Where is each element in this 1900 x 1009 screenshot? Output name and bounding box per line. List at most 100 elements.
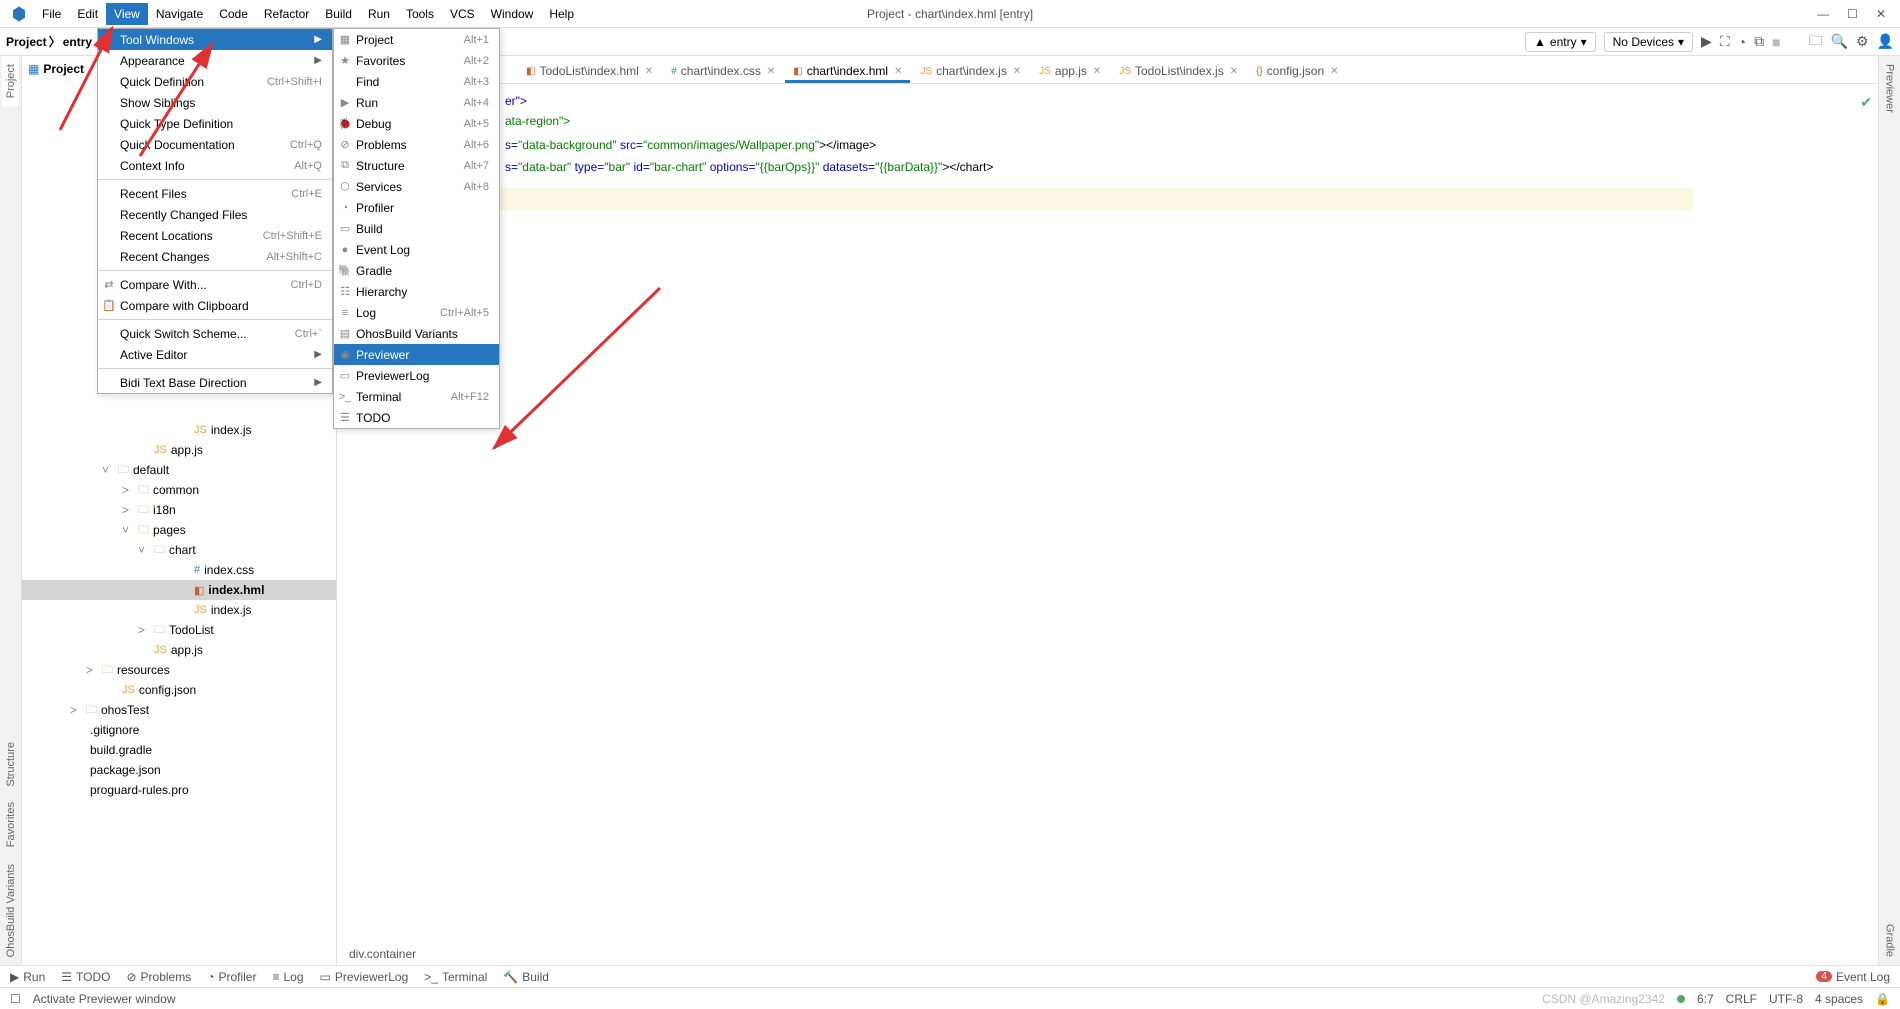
submenu-item[interactable]: ▶RunAlt+4: [334, 92, 499, 113]
tool-log[interactable]: ≡Log: [272, 970, 303, 984]
tree-node[interactable]: ˅🗀default: [22, 460, 336, 480]
lock-icon[interactable]: 🔒: [1875, 992, 1890, 1006]
close-icon[interactable]: ✕: [1876, 7, 1886, 21]
analysis-ok-icon[interactable]: ✔: [1860, 94, 1872, 111]
attach-icon[interactable]: ⧉: [1754, 33, 1764, 50]
close-tab-icon[interactable]: ✕: [767, 66, 775, 77]
submenu-item[interactable]: ◉Previewer: [334, 344, 499, 365]
editor-tab[interactable]: ◧TodoList\index.hml✕: [517, 59, 662, 83]
menu-item[interactable]: Context InfoAlt+Q: [98, 155, 332, 176]
submenu-item[interactable]: ⧉StructureAlt+7: [334, 155, 499, 176]
editor-tab[interactable]: #chart\index.css✕: [662, 59, 784, 83]
menu-run[interactable]: Run: [360, 3, 398, 25]
minimize-icon[interactable]: —: [1817, 7, 1829, 21]
breadcrumb-root[interactable]: Project: [6, 35, 47, 49]
editor-tab[interactable]: JSapp.js✕: [1030, 59, 1110, 83]
tree-node[interactable]: ˅🗀pages: [22, 520, 336, 540]
menu-item[interactable]: Quick DocumentationCtrl+Q: [98, 134, 332, 155]
tree-node[interactable]: JSapp.js: [22, 640, 336, 660]
tool-run[interactable]: ▶Run: [10, 970, 45, 984]
submenu-item[interactable]: >_TerminalAlt+F12: [334, 386, 499, 407]
submenu-item[interactable]: ☰TODO: [334, 407, 499, 428]
submenu-item[interactable]: ⊘ProblemsAlt+6: [334, 134, 499, 155]
tree-node[interactable]: >🗀TodoList: [22, 620, 336, 640]
breadcrumb-module[interactable]: entry: [63, 35, 92, 49]
rail-gradle[interactable]: Gradle: [1882, 916, 1898, 965]
breadcrumb[interactable]: Project 〉 entry: [6, 33, 92, 50]
menu-item[interactable]: Show Siblings: [98, 92, 332, 113]
run-config-selector[interactable]: ▲entry▾: [1525, 32, 1596, 52]
menu-edit[interactable]: Edit: [69, 3, 106, 25]
folder-icon[interactable]: 🗀: [1809, 30, 1823, 54]
tool-build[interactable]: 🔨Build: [503, 970, 549, 984]
menu-navigate[interactable]: Navigate: [148, 3, 211, 25]
submenu-item[interactable]: 🐞DebugAlt+5: [334, 113, 499, 134]
window-toggle-icon[interactable]: ☐: [10, 992, 21, 1006]
menu-item[interactable]: Quick Switch Scheme...Ctrl+`: [98, 323, 332, 344]
tree-node[interactable]: JSindex.js: [22, 600, 336, 620]
menu-item[interactable]: ⇄Compare With...Ctrl+D: [98, 274, 332, 295]
debug-icon[interactable]: ⛶: [1720, 33, 1730, 50]
submenu-item[interactable]: ▦ProjectAlt+1: [334, 29, 499, 50]
menu-item[interactable]: Quick Type Definition: [98, 113, 332, 134]
rail-project[interactable]: Project: [2, 56, 19, 106]
tree-node[interactable]: ˅🗀chart: [22, 540, 336, 560]
menu-item[interactable]: Appearance▶: [98, 50, 332, 71]
menu-item[interactable]: Recently Changed Files: [98, 204, 332, 225]
editor-tab[interactable]: JSTodoList\index.js✕: [1110, 59, 1247, 83]
submenu-item[interactable]: FindAlt+3: [334, 71, 499, 92]
close-tab-icon[interactable]: ✕: [1230, 66, 1238, 77]
tree-node[interactable]: ◧index.hml: [22, 580, 336, 600]
event-log-button[interactable]: 4Event Log: [1816, 970, 1890, 984]
menu-window[interactable]: Window: [483, 3, 542, 25]
close-tab-icon[interactable]: ✕: [1330, 66, 1338, 77]
device-selector[interactable]: No Devices▾: [1604, 32, 1693, 52]
maximize-icon[interactable]: ☐: [1847, 7, 1858, 21]
line-separator[interactable]: CRLF: [1726, 992, 1757, 1006]
submenu-item[interactable]: ▤OhosBuild Variants: [334, 323, 499, 344]
editor-tab[interactable]: JSchart\index.js✕: [911, 59, 1030, 83]
tool-profiler[interactable]: ◔Profiler: [207, 970, 256, 984]
tree-node[interactable]: .gitignore: [22, 720, 336, 740]
menu-code[interactable]: Code: [211, 3, 256, 25]
menu-item[interactable]: Recent FilesCtrl+E: [98, 183, 332, 204]
submenu-item[interactable]: ⬡ServicesAlt+8: [334, 176, 499, 197]
search-icon[interactable]: 🔍: [1831, 33, 1848, 50]
tool-todo[interactable]: ☰TODO: [61, 970, 110, 984]
rail-favorites[interactable]: Favorites: [3, 794, 19, 855]
menu-item[interactable]: Quick DefinitionCtrl+Shift+I: [98, 71, 332, 92]
settings-icon[interactable]: ⚙: [1856, 33, 1869, 50]
editor-breadcrumb[interactable]: div.container: [349, 947, 416, 961]
menu-vcs[interactable]: VCS: [442, 3, 483, 25]
menu-tools[interactable]: Tools: [398, 3, 442, 25]
tree-node[interactable]: >🗀i18n: [22, 500, 336, 520]
avatar-icon[interactable]: 👤: [1877, 33, 1894, 50]
submenu-item[interactable]: ◔Profiler: [334, 197, 499, 218]
tree-node[interactable]: JSapp.js: [22, 440, 336, 460]
rail-structure[interactable]: Structure: [3, 734, 19, 795]
menu-item[interactable]: Tool Windows▶: [98, 29, 332, 50]
menu-build[interactable]: Build: [317, 3, 360, 25]
tree-node[interactable]: JSindex.js: [22, 420, 336, 440]
tool-terminal[interactable]: >_Terminal: [424, 970, 487, 984]
menu-help[interactable]: Help: [541, 3, 582, 25]
submenu-item[interactable]: 🐘Gradle: [334, 260, 499, 281]
rail-previewer[interactable]: Previewer: [1882, 56, 1898, 121]
submenu-item[interactable]: ≡LogCtrl+Alt+5: [334, 302, 499, 323]
tool-windows-submenu[interactable]: ▦ProjectAlt+1★FavoritesAlt+2FindAlt+3▶Ru…: [333, 28, 500, 429]
menu-item[interactable]: Recent ChangesAlt+Shift+C: [98, 246, 332, 267]
profile-icon[interactable]: ◔: [1738, 34, 1746, 50]
editor-tab[interactable]: {}config.json✕: [1247, 59, 1347, 83]
close-tab-icon[interactable]: ✕: [645, 66, 653, 77]
tree-node[interactable]: proguard-rules.pro: [22, 780, 336, 800]
stop-icon[interactable]: ■: [1772, 34, 1780, 50]
menu-item[interactable]: 📋Compare with Clipboard: [98, 295, 332, 316]
code-editor[interactable]: er"> ata-region"> s="data-background" sr…: [337, 84, 1878, 965]
submenu-item[interactable]: ☷Hierarchy: [334, 281, 499, 302]
tree-node[interactable]: >🗀common: [22, 480, 336, 500]
close-tab-icon[interactable]: ✕: [894, 66, 902, 77]
tool-previewerlog[interactable]: ▭PreviewerLog: [320, 970, 409, 984]
indent-config[interactable]: 4 spaces: [1815, 992, 1863, 1006]
tree-node[interactable]: #index.css: [22, 560, 336, 580]
tree-node[interactable]: JSconfig.json: [22, 680, 336, 700]
